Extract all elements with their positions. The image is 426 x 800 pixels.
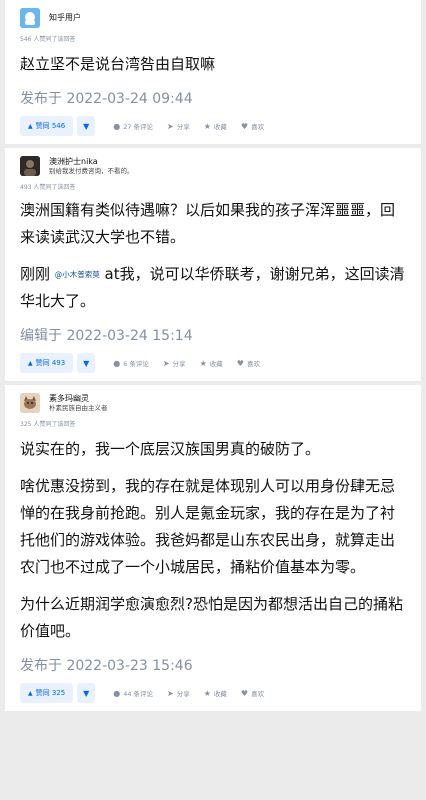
like-button[interactable]: ♥ 喜欢: [240, 121, 265, 132]
upvote-summary: 325 人赞同了该回答: [20, 421, 76, 428]
author-bio: 朴素民族自由主义者: [49, 403, 108, 412]
comment-icon: ●: [113, 358, 121, 368]
collect-label: 收藏: [213, 690, 227, 698]
upvote-summary: 546 人赞同了该回答: [20, 36, 76, 43]
answer-timestamp: 发布于 2022-03-23 15:46: [20, 658, 193, 674]
downvote-button[interactable]: ▼: [77, 353, 96, 373]
like-label: 喜欢: [251, 690, 265, 698]
comment-button[interactable]: ● 6 条评论: [113, 358, 149, 369]
share-label: 分享: [176, 123, 190, 131]
share-button[interactable]: ➤ 分享: [167, 121, 190, 132]
answer-paragraph: 说实在的，我一个底层汉族国男真的破防了。: [20, 440, 321, 458]
answer-paragraph: 刚刚 @小木普索莫 at我，说可以华侨联考，谢谢兄弟，这回读清华北大了。: [20, 261, 406, 315]
comment-button[interactable]: ● 27 条评论: [113, 121, 154, 132]
author-name[interactable]: 澳洲护士nika: [49, 157, 134, 167]
like-icon: ♥: [240, 121, 249, 131]
avatar[interactable]: [20, 8, 40, 28]
cat-avatar-icon: [20, 393, 40, 413]
share-button[interactable]: ➤ 分享: [162, 358, 186, 369]
collect-icon: ★: [199, 358, 207, 368]
collect-label: 收藏: [213, 123, 227, 131]
like-icon: ♥: [240, 688, 249, 698]
answer-author: 澳洲护士nika 别给我发付费咨询，不看的。: [20, 148, 406, 176]
answer-author: 素多玛幽灵 朴素民族自由主义者: [20, 385, 406, 413]
collect-icon: ★: [203, 121, 211, 131]
collect-icon: ★: [203, 688, 211, 698]
share-icon: ➤: [167, 688, 174, 698]
answer-card: 澳洲护士nika 别给我发付费咨询，不看的。 493 人赞同了该回答 澳洲国籍有…: [5, 148, 421, 381]
author-name[interactable]: 素多玛幽灵: [49, 394, 108, 404]
answer-paragraph: 澳洲国籍有类似待遇嘛？以后如果我的孩子浑浑噩噩，回来读读武汉大学也不错。: [20, 201, 396, 246]
share-icon: ➤: [167, 121, 174, 131]
like-button[interactable]: ♥ 喜欢: [236, 358, 260, 369]
upvote-icon: ▲: [28, 359, 33, 367]
comment-label: 44 条评论: [123, 690, 154, 698]
upvote-button[interactable]: ▲ 赞同 493: [20, 353, 74, 373]
upvote-label: 赞同 546: [35, 122, 66, 130]
upvote-icon: ▲: [28, 122, 33, 130]
upvote-label: 赞同 493: [35, 359, 66, 367]
action-bar: ▲ 赞同 325 ▼ ● 44 条评论 ➤ 分享 ★ 收藏 ♥ 喜欢: [20, 675, 406, 711]
downvote-icon: ▼: [83, 688, 90, 698]
share-label: 分享: [176, 690, 190, 698]
comment-label: 27 条评论: [123, 123, 154, 131]
collect-button[interactable]: ★ 收藏: [199, 358, 223, 369]
user-mention-link[interactable]: @小木普索莫: [55, 270, 100, 279]
collect-button[interactable]: ★ 收藏: [203, 688, 227, 699]
like-button[interactable]: ♥ 喜欢: [240, 688, 265, 699]
upvote-summary: 493 人赞同了该回答: [20, 184, 76, 191]
answer-card: 素多玛幽灵 朴素民族自由主义者 325 人赞同了该回答 说实在的，我一个底层汉族…: [5, 385, 421, 711]
share-label: 分享: [172, 360, 186, 368]
action-bar: ▲ 赞同 546 ▼ ● 27 条评论 ➤ 分享 ★ 收藏 ♥ 喜欢: [20, 108, 406, 144]
downvote-button[interactable]: ▼: [77, 683, 96, 703]
downvote-icon: ▼: [83, 121, 90, 131]
action-bar: ▲ 赞同 493 ▼ ● 6 条评论 ➤ 分享 ★ 收藏 ♥ 喜欢: [20, 345, 406, 381]
upvote-button[interactable]: ▲ 赞同 546: [20, 116, 74, 136]
upvote-icon: ▲: [28, 689, 33, 697]
answer-card: 知乎用户 546 人赞同了该回答 赵立坚不是说台湾咎由自取嘛 发布于 2022-…: [5, 0, 421, 144]
like-label: 喜欢: [246, 360, 260, 368]
anonymous-avatar-icon: [20, 8, 40, 28]
upvote-button[interactable]: ▲ 赞同 325: [20, 683, 74, 703]
user-avatar-icon: [20, 156, 40, 176]
downvote-button[interactable]: ▼: [77, 116, 96, 136]
author-bio: 别给我发付费咨询，不看的。: [49, 166, 134, 175]
answer-paragraph: 为什么近期润学愈演愈烈?恐怕是因为都想活出自己的捅粘价值吧。: [20, 595, 403, 640]
comment-label: 6 条评论: [123, 360, 149, 368]
answer-timestamp: 编辑于 2022-03-24 15:14: [20, 328, 193, 344]
share-button[interactable]: ➤ 分享: [167, 688, 190, 699]
paragraph-text: 刚刚: [20, 265, 55, 283]
collect-label: 收藏: [209, 360, 223, 368]
like-icon: ♥: [236, 358, 244, 368]
answer-author: 知乎用户: [20, 0, 406, 28]
author-name[interactable]: 知乎用户: [49, 13, 81, 23]
downvote-icon: ▼: [83, 358, 90, 368]
avatar[interactable]: [20, 393, 40, 413]
answer-paragraph: 赵立坚不是说台湾咎由自取嘛: [20, 55, 216, 73]
comment-icon: ●: [113, 121, 121, 131]
answer-timestamp: 发布于 2022-03-24 09:44: [20, 91, 193, 107]
upvote-label: 赞同 325: [35, 689, 66, 697]
answer-paragraph: 啥优惠没捞到，我的存在就是体现别人可以用身份肆无忌惮的在我身前抢跑。别人是氪金玩…: [20, 477, 396, 576]
comment-icon: ●: [113, 688, 121, 698]
collect-button[interactable]: ★ 收藏: [203, 121, 227, 132]
share-icon: ➤: [162, 358, 170, 368]
avatar[interactable]: [20, 156, 40, 176]
like-label: 喜欢: [251, 123, 265, 131]
comment-button[interactable]: ● 44 条评论: [113, 688, 154, 699]
